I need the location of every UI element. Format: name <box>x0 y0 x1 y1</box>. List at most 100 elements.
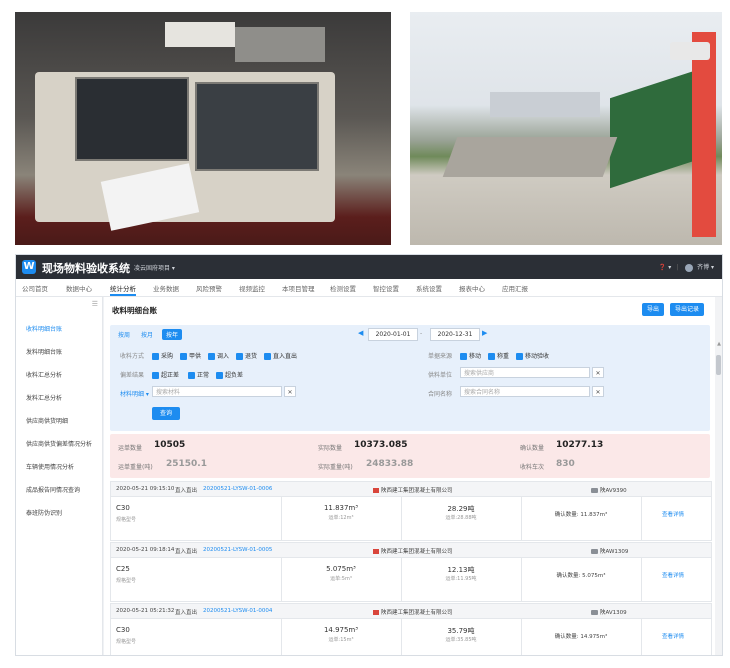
nav-item[interactable]: 报表中心 <box>459 283 485 293</box>
record-card: 2020-05-21 09:15:10 直入直出 20200521-LYSW-0… <box>110 481 712 541</box>
checkbox-weighing[interactable]: 称重 <box>488 351 509 360</box>
record-volume: 14.975m³ <box>323 626 359 634</box>
record-weight: 28.29吨 <box>447 505 475 513</box>
export-button[interactable]: 导出 <box>642 303 664 316</box>
sidebar-item[interactable]: 收料汇总分析 <box>26 370 62 379</box>
record-company: 陕西建工集团混凝土有限公司 <box>373 486 453 494</box>
checkbox-return[interactable]: 退货 <box>236 351 257 360</box>
record-grade-sub: 规格型号 <box>116 517 137 523</box>
company-icon <box>373 549 379 554</box>
next-period-icon[interactable]: ▶ <box>482 329 487 337</box>
view-detail-link[interactable]: 查看详情 <box>641 571 705 579</box>
record-code-link[interactable]: 20200521-LYSW-01-0004 <box>203 608 272 614</box>
weighbridge-platform <box>442 137 618 177</box>
nav-item[interactable]: 应用汇报 <box>502 283 528 293</box>
nav-item[interactable]: 系统设置 <box>416 283 442 293</box>
nav-item[interactable]: 公司首页 <box>22 283 48 293</box>
date-to-input[interactable]: 2020-12-31 <box>430 328 480 341</box>
vertical-scrollbar[interactable]: ▲ ▼ <box>715 297 722 655</box>
checkbox-mobile-accept[interactable]: 移动验收 <box>516 351 549 360</box>
sidebar-item[interactable]: 车辆使用情况分析 <box>26 462 74 471</box>
help-menu[interactable]: ❓ ▾ <box>659 264 671 271</box>
checkbox-icon <box>460 353 467 360</box>
divider <box>641 557 642 601</box>
nav-item[interactable]: 风险预警 <box>196 283 222 293</box>
record-grade: C25 <box>116 565 130 573</box>
view-detail-link[interactable]: 查看详情 <box>641 510 705 518</box>
summary-label: 实际重量(吨) <box>318 464 353 471</box>
record-type: 直入直出 <box>175 549 198 555</box>
user-menu[interactable]: 齐博 ▾ <box>697 264 714 271</box>
sidebar-item[interactable]: 泰班防伪识别 <box>26 508 62 517</box>
record-confirm: 确认数量: 11.837m³ <box>554 512 608 518</box>
record-code-link[interactable]: 20200521-LYSW-01-0006 <box>203 486 272 492</box>
nav-item[interactable]: 数据中心 <box>66 283 92 293</box>
sidebar-item-active[interactable]: 收料明细台账 <box>26 324 62 333</box>
top-right-tools: ❓ ▾ | 齐博 ▾ <box>658 263 714 272</box>
scroll-up-icon[interactable]: ▲ <box>717 341 721 347</box>
menu-toggle-icon[interactable]: ☰ <box>92 300 98 308</box>
checkbox-direct[interactable]: 直入直出 <box>264 351 297 360</box>
nav-item[interactable]: 智控设置 <box>373 283 399 293</box>
supplier-search-input[interactable]: 搜索供应商 <box>460 367 590 378</box>
tab-year[interactable]: 按年 <box>162 329 183 340</box>
record-weight: 12.13吨 <box>447 566 475 574</box>
prev-period-icon[interactable]: ◀ <box>358 329 363 337</box>
camera <box>670 42 710 60</box>
date-from-input[interactable]: 2020-01-01 <box>368 328 418 341</box>
summary-value: 24833.88 <box>366 459 414 469</box>
record-weight-sub: 运单:35.85吨 <box>445 637 477 643</box>
tab-week[interactable]: 按周 <box>118 330 130 339</box>
record-card: 2020-05-21 09:18:14 直入直出 20200521-LYSW-0… <box>110 542 712 602</box>
checkbox-icon <box>152 372 159 379</box>
company-icon <box>373 488 379 493</box>
tab-month[interactable]: 按月 <box>141 330 153 339</box>
record-plate: 陕AV9390 <box>591 486 627 494</box>
summary-label: 运单数量 <box>118 445 143 452</box>
record-volume-sub: 运单:12m³ <box>328 515 354 521</box>
query-button[interactable]: 查询 <box>152 407 180 420</box>
checkbox-supplied[interactable]: 甲供 <box>180 351 201 360</box>
company-icon <box>373 610 379 615</box>
nav-item-stats[interactable]: 统计分析 <box>110 283 136 293</box>
user-avatar[interactable] <box>685 263 694 272</box>
material-clear-button[interactable]: ✕ <box>284 386 296 397</box>
record-volume: 11.837m³ <box>323 504 359 512</box>
summary-value: 10277.13 <box>556 440 604 450</box>
record-plate: 陕AV1309 <box>591 608 627 616</box>
checkbox-normal[interactable]: 正常 <box>188 370 209 379</box>
sidebar-item[interactable]: 供应商供货明细 <box>26 416 68 425</box>
checkbox-icon <box>180 353 187 360</box>
scale-display <box>165 22 235 47</box>
record-plate: 陕AW1309 <box>591 547 628 555</box>
checkbox-icon <box>188 372 195 379</box>
checkbox-purchase[interactable]: 采购 <box>152 351 173 360</box>
nav-item[interactable]: 业务数据 <box>153 283 179 293</box>
material-label[interactable]: 材料明细 ▾ <box>120 389 149 398</box>
checkbox-over-negative[interactable]: 超负差 <box>216 370 243 379</box>
sidebar-item[interactable]: 成品报告同情况查询 <box>26 485 80 494</box>
nav-item[interactable]: 检测设置 <box>330 283 356 293</box>
record-time: 2020-05-21 09:15:10 <box>116 486 175 492</box>
scroll-thumb[interactable] <box>716 355 721 375</box>
sidebar-item[interactable]: 发料汇总分析 <box>26 393 62 402</box>
nav-item[interactable]: 本项目管理 <box>282 283 315 293</box>
record-grade-sub: 规格型号 <box>116 639 137 645</box>
sidebar-item[interactable]: 发料明细台账 <box>26 347 62 356</box>
nav-item[interactable]: 视频监控 <box>239 283 265 293</box>
checkbox-mobile[interactable]: 移动 <box>460 351 481 360</box>
sidebar-item[interactable]: 供应商供货偏差情况分析 <box>26 439 92 448</box>
supplier-clear-button[interactable]: ✕ <box>592 367 604 378</box>
record-volume-sub: 运单:15m³ <box>328 637 354 643</box>
material-search-input[interactable]: 搜索材料 <box>152 386 282 397</box>
project-selector[interactable]: 凌云固府项目 ▾ <box>134 263 175 272</box>
checkbox-over-positive[interactable]: 超正差 <box>152 370 179 379</box>
truck-icon <box>591 488 598 493</box>
export-record-button[interactable]: 导出记录 <box>670 303 704 316</box>
view-detail-link[interactable]: 查看详情 <box>641 632 705 640</box>
contract-clear-button[interactable]: ✕ <box>592 386 604 397</box>
divider <box>521 557 522 601</box>
contract-search-input[interactable]: 搜索合同名称 <box>460 386 590 397</box>
record-code-link[interactable]: 20200521-LYSW-01-0005 <box>203 547 272 553</box>
checkbox-transfer-in[interactable]: 调入 <box>208 351 229 360</box>
